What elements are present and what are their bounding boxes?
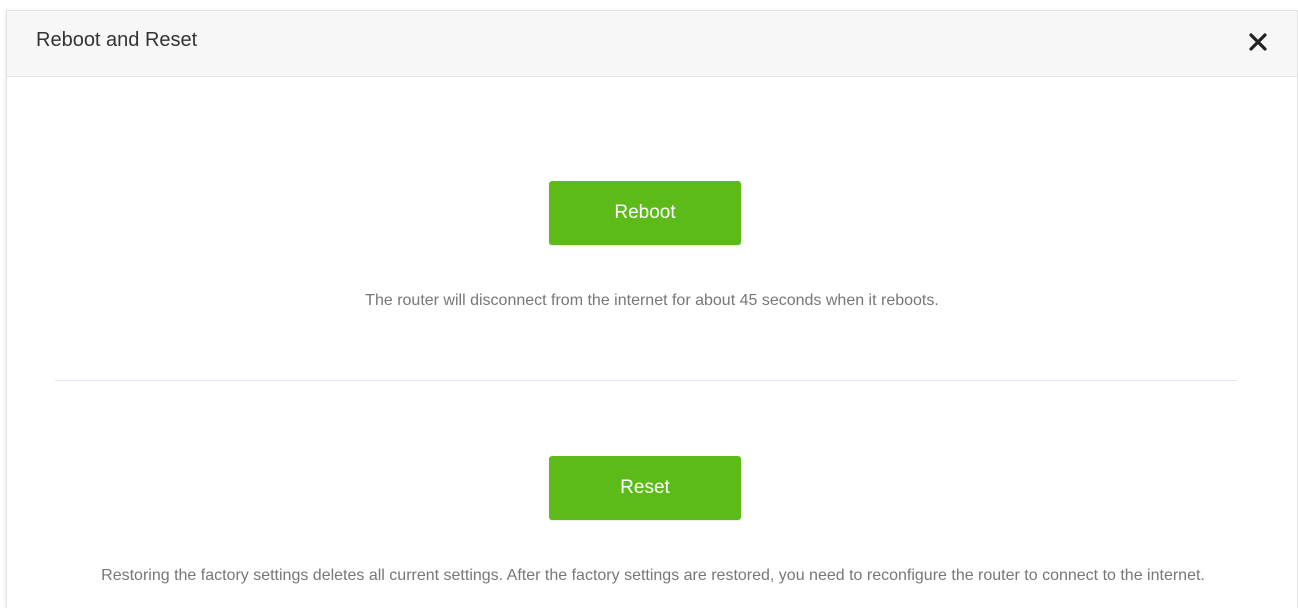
section-divider xyxy=(55,380,1237,381)
reboot-description: The router will disconnect from the inte… xyxy=(365,292,939,309)
close-button[interactable] xyxy=(1247,31,1269,53)
dialog-header: Reboot and Reset xyxy=(7,11,1297,77)
close-icon xyxy=(1249,33,1267,51)
reboot-button[interactable]: Reboot xyxy=(549,181,741,245)
dialog-title: Reboot and Reset xyxy=(36,29,198,51)
reset-button[interactable]: Reset xyxy=(549,456,741,520)
reboot-reset-dialog: Reboot and Reset Reboot The router will … xyxy=(6,10,1298,608)
reset-description: Restoring the factory settings deletes a… xyxy=(101,567,1205,584)
